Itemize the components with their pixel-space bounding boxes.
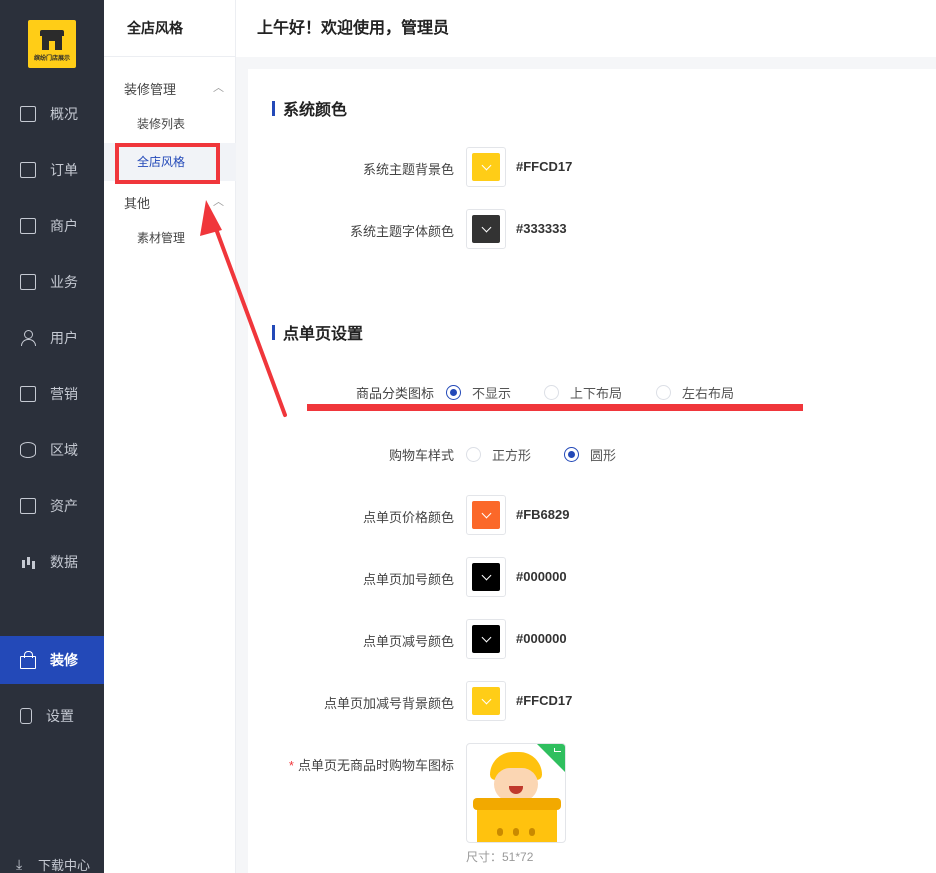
business-icon — [20, 274, 36, 290]
section-title-order-page: 点单页设置 — [272, 320, 363, 344]
color-picker-price[interactable] — [466, 495, 506, 535]
submenu-title: 全店风格 — [104, 0, 235, 57]
required-mark: * — [288, 758, 294, 773]
region-icon — [20, 442, 36, 458]
sidebar-item-assets[interactable]: 资产 — [0, 482, 104, 530]
logo-text: 缤纷门店展示 — [33, 56, 70, 62]
download-icon: ⤓ — [16, 856, 23, 872]
chevron-down-icon — [481, 222, 491, 233]
sidebar-item-label: 区域 — [50, 442, 78, 458]
annotation-underline — [307, 404, 803, 411]
sidebar-item-decoration[interactable]: 装修 — [0, 636, 104, 684]
sidebar-item-label: 数据 — [50, 554, 78, 570]
radio-category-horizontal[interactable]: 左右布局 — [656, 383, 734, 402]
radio-cart-round[interactable]: 圆形 — [564, 445, 616, 464]
hex-plusminus-bg: #FFCD17 — [516, 693, 573, 708]
submenu-item-materials[interactable]: 素材管理 — [104, 219, 236, 257]
chevron-up-icon: ︿ — [213, 82, 224, 94]
label-minus-color: 点单页减号颜色 — [362, 634, 454, 649]
hex-theme-font: #333333 — [516, 221, 567, 236]
sidebar-item-label: 用户 — [50, 330, 78, 346]
download-label: 下载中心 — [38, 858, 91, 873]
sidebar-item-label: 业务 — [50, 274, 78, 290]
sidebar-item-overview[interactable]: 概况 — [0, 90, 104, 138]
label-cart-style: 购物车样式 — [388, 448, 454, 463]
chevron-up-icon: ︿ — [213, 196, 224, 208]
label-category-icon: 商品分类图标 — [355, 386, 434, 401]
size-note: 尺寸：51*72 — [466, 850, 534, 864]
color-picker-plus[interactable] — [466, 557, 506, 597]
sidebar-item-label: 设置 — [46, 708, 74, 724]
radio-category-vertical[interactable]: 上下布局 — [544, 383, 622, 402]
sidebar-item-data[interactable]: 数据 — [0, 538, 104, 586]
settings-icon — [20, 708, 32, 724]
download-center-link[interactable]: ⤓ 下载中心 — [16, 855, 90, 873]
chevron-down-icon — [481, 160, 491, 171]
label-theme-font: 系统主题字体颜色 — [349, 224, 454, 239]
user-icon — [20, 330, 36, 346]
chart-icon — [20, 554, 36, 570]
marketing-icon — [20, 386, 36, 402]
sidebar: 缤纷门店展示 概况 订单 商户 业务 用户 营销 区域 资产 数据 装修 设置 … — [0, 0, 104, 873]
label-theme-bg: 系统主题背景色 — [362, 162, 454, 177]
settings-card — [248, 69, 936, 873]
hex-plus: #000000 — [516, 569, 567, 584]
submenu-group-label: 其他 — [124, 196, 151, 211]
sidebar-item-label: 资产 — [50, 498, 78, 514]
check-icon — [554, 748, 561, 752]
label-plus-color: 点单页加号颜色 — [362, 572, 454, 587]
sidebar-item-orders[interactable]: 订单 — [0, 146, 104, 194]
color-picker-minus[interactable] — [466, 619, 506, 659]
submenu-item-decoration-list[interactable]: 装修列表 — [104, 105, 236, 143]
hex-theme-bg: #FFCD17 — [516, 159, 573, 174]
submenu-item-global-style[interactable]: 全店风格 — [104, 143, 236, 181]
chevron-down-icon — [481, 508, 491, 519]
sidebar-item-label: 概况 — [50, 106, 78, 122]
sidebar-item-users[interactable]: 用户 — [0, 314, 104, 362]
submenu-group-decoration[interactable]: 装修管理 ︿ — [124, 79, 224, 98]
sidebar-item-business[interactable]: 业务 — [0, 258, 104, 306]
sidebar-item-marketing[interactable]: 营销 — [0, 370, 104, 418]
sidebar-item-label: 商户 — [50, 218, 78, 234]
hex-price: #FB6829 — [516, 507, 570, 522]
bag-icon — [20, 650, 36, 669]
logo[interactable]: 缤纷门店展示 — [28, 20, 76, 68]
dashboard-icon — [20, 106, 36, 122]
sidebar-item-label: 订单 — [50, 162, 78, 178]
submenu: 全店风格 装修管理 ︿ 装修列表 全店风格 其他 ︿ 素材管理 — [104, 0, 236, 873]
sidebar-item-label: 营销 — [50, 386, 78, 402]
radio-category-hidden[interactable]: 不显示 — [446, 383, 511, 402]
hex-minus: #000000 — [516, 631, 567, 646]
order-icon — [20, 162, 36, 178]
chevron-down-icon — [481, 632, 491, 643]
sidebar-item-merchants[interactable]: 商户 — [0, 202, 104, 250]
merchant-icon — [20, 218, 36, 234]
submenu-group-label: 装修管理 — [124, 82, 177, 97]
label-plusminus-bg: 点单页加减号背景颜色 — [323, 696, 454, 711]
color-picker-plusminus-bg[interactable] — [466, 681, 506, 721]
empty-cart-image-upload[interactable] — [466, 743, 566, 843]
sidebar-item-region[interactable]: 区域 — [0, 426, 104, 474]
label-empty-cart-icon: * 点单页无商品时购物车图标 — [288, 758, 454, 773]
radio-cart-square[interactable]: 正方形 — [466, 445, 531, 464]
page-greeting: 上午好！欢迎使用，管理员 — [236, 0, 936, 57]
chevron-down-icon — [481, 570, 491, 581]
label-price-color: 点单页价格颜色 — [362, 510, 454, 525]
sidebar-item-label: 装修 — [50, 652, 78, 668]
section-title-system-colors: 系统颜色 — [272, 96, 347, 120]
submenu-group-other[interactable]: 其他 ︿ — [124, 193, 224, 212]
chevron-down-icon — [481, 694, 491, 705]
asset-icon — [20, 498, 36, 514]
sidebar-item-settings[interactable]: 设置 — [0, 692, 104, 740]
color-picker-theme-font[interactable] — [466, 209, 506, 249]
color-picker-theme-bg[interactable] — [466, 147, 506, 187]
